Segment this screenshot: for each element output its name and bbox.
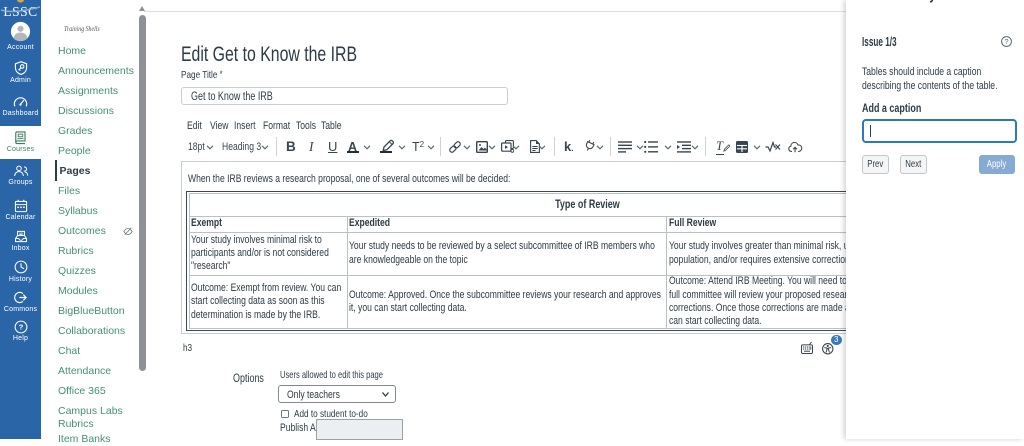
svg-text:?: ? <box>1004 37 1008 46</box>
svg-text:?: ? <box>18 323 23 332</box>
